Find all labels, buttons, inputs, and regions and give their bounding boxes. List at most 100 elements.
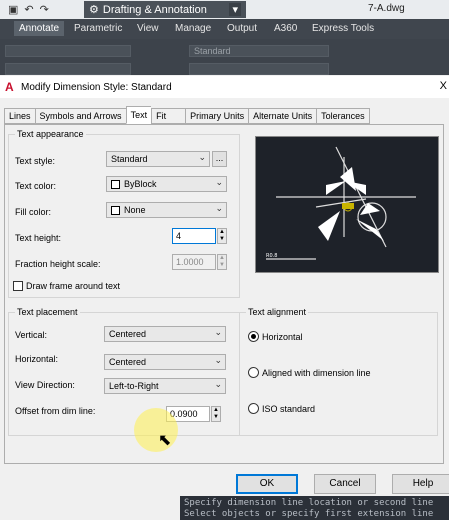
ok-button[interactable]: OK bbox=[236, 474, 298, 494]
view-direction-select[interactable]: Left-to-Right ⌄ bbox=[104, 378, 226, 394]
autocad-logo-icon: A bbox=[5, 80, 14, 94]
chevron-down-icon: ⌄ bbox=[215, 203, 223, 213]
dimension-preview: R0.8 bbox=[255, 136, 439, 273]
quick-access-toolbar: ▣ ↶ ↷ bbox=[8, 3, 49, 16]
text-height-spinner[interactable]: ▲ ▼ bbox=[217, 228, 227, 244]
chevron-down-icon: ⌄ bbox=[215, 177, 223, 187]
cancel-button[interactable]: Cancel bbox=[314, 474, 376, 494]
view-direction-label: View Direction: bbox=[15, 380, 75, 390]
ribbon-tab-output[interactable]: Output bbox=[227, 23, 257, 34]
text-alignment-group: Text alignment Horizontal Aligned with d… bbox=[239, 307, 438, 436]
command-line-row: Select objects or specify first extensio… bbox=[184, 509, 434, 519]
gear-icon: ⚙ bbox=[89, 4, 99, 16]
workspace-dropdown[interactable]: ⚙ Drafting & Annotation ▾ bbox=[84, 1, 246, 18]
tab-lines[interactable]: Lines bbox=[4, 108, 35, 124]
command-line: Specify dimension line location or secon… bbox=[180, 496, 449, 520]
text-style-value: Standard bbox=[111, 154, 148, 164]
text-height-label: Text height: bbox=[15, 233, 62, 243]
fill-color-value: None bbox=[124, 205, 146, 215]
help-button[interactable]: Help bbox=[392, 474, 449, 494]
radio-horizontal[interactable]: Horizontal bbox=[248, 331, 303, 342]
ribbon-tab-annotate[interactable]: Annotate bbox=[14, 21, 65, 36]
text-alignment-heading: Text alignment bbox=[246, 307, 309, 317]
svg-text:R0.8: R0.8 bbox=[266, 253, 277, 259]
ribbon-dropdown-left-2[interactable] bbox=[5, 63, 131, 75]
radio-horizontal-label: Horizontal bbox=[262, 331, 303, 342]
chevron-down-icon: ▾ bbox=[229, 3, 241, 16]
view-direction-value: Left-to-Right bbox=[109, 381, 159, 391]
text-style-browse-button[interactable]: ... bbox=[212, 151, 227, 167]
text-color-select[interactable]: ByBlock ⌄ bbox=[106, 176, 227, 192]
vertical-label: Vertical: bbox=[15, 330, 48, 340]
modify-dimension-style-dialog: A Modify Dimension Style: Standard X Lin… bbox=[0, 76, 449, 520]
radio-dot bbox=[248, 367, 259, 378]
ribbon-tab-parametric[interactable]: Parametric bbox=[74, 23, 122, 34]
ribbon-tab-view[interactable]: View bbox=[137, 23, 159, 34]
radio-dot bbox=[248, 403, 259, 414]
draw-frame-checkbox[interactable]: Draw frame around text bbox=[13, 281, 120, 291]
text-placement-heading: Text placement bbox=[15, 307, 80, 317]
ribbon-dropdown-left[interactable] bbox=[5, 45, 131, 57]
horizontal-select[interactable]: Centered ⌄ bbox=[104, 354, 226, 370]
radio-aligned-with-dimension-line[interactable]: Aligned with dimension line bbox=[248, 367, 371, 378]
horizontal-value: Centered bbox=[109, 357, 147, 367]
fraction-height-scale-input: 1.0000 bbox=[172, 254, 216, 270]
ribbon-style-dropdown[interactable]: Standard bbox=[189, 45, 329, 57]
offset-from-dim-line-label: Offset from dim line: bbox=[15, 406, 96, 416]
save-icon[interactable]: ▣ bbox=[8, 3, 18, 16]
tab-fit[interactable]: Fit bbox=[151, 108, 186, 124]
vertical-select[interactable]: Centered ⌄ bbox=[104, 326, 226, 342]
tab-text[interactable]: Text bbox=[125, 106, 152, 124]
radio-iso-standard[interactable]: ISO standard bbox=[248, 403, 315, 414]
text-height-input[interactable]: 4 bbox=[172, 228, 216, 244]
color-swatch bbox=[111, 205, 120, 215]
dialog-title: Modify Dimension Style: Standard bbox=[21, 81, 172, 93]
tab-alternate-units[interactable]: Alternate Units bbox=[248, 108, 317, 124]
checkbox-box bbox=[13, 281, 23, 291]
ribbon-tab-a360[interactable]: A360 bbox=[274, 23, 297, 34]
mouse-pointer-icon: ⬉ bbox=[158, 432, 172, 449]
radio-iso-label: ISO standard bbox=[262, 403, 316, 414]
application-title-bar: ▣ ↶ ↷ ⚙ Drafting & Annotation ▾ 7-A.dwg bbox=[0, 0, 449, 19]
radio-dot bbox=[248, 331, 259, 342]
ribbon-panel: Standard bbox=[0, 39, 449, 75]
chevron-down-icon: ⌄ bbox=[198, 152, 206, 162]
chevron-down-icon: ⌄ bbox=[214, 355, 222, 365]
text-style-label: Text style: bbox=[15, 156, 56, 166]
ribbon-tab-manage[interactable]: Manage bbox=[175, 23, 211, 34]
vertical-value: Centered bbox=[109, 329, 147, 339]
tab-tolerances[interactable]: Tolerances bbox=[316, 108, 370, 124]
text-tab-body: Text appearance Text style: Standard ⌄ .… bbox=[4, 124, 444, 464]
fraction-height-scale-label: Fraction height scale: bbox=[15, 259, 101, 269]
ribbon-tab-express-tools[interactable]: Express Tools bbox=[312, 23, 374, 34]
fill-color-select[interactable]: None ⌄ bbox=[106, 202, 227, 218]
text-appearance-group: Text appearance Text style: Standard ⌄ .… bbox=[8, 129, 240, 298]
fill-color-label: Fill color: bbox=[15, 207, 52, 217]
file-name: 7-A.dwg bbox=[368, 3, 405, 14]
horizontal-label: Horizontal: bbox=[15, 354, 59, 364]
ribbon-dropdown-right-2[interactable] bbox=[189, 63, 329, 75]
undo-icon[interactable]: ↶ bbox=[24, 3, 33, 16]
tab-primary-units[interactable]: Primary Units bbox=[185, 108, 249, 124]
offset-spinner[interactable]: ▲ ▼ bbox=[211, 406, 221, 422]
redo-icon[interactable]: ↷ bbox=[40, 3, 49, 16]
text-appearance-heading: Text appearance bbox=[15, 129, 86, 139]
dimension-preview-graphic: R0.8 bbox=[266, 146, 416, 260]
dialog-tabs: Lines Symbols and Arrows Text Fit Primar… bbox=[4, 106, 370, 124]
radio-aligned-label: Aligned with dimension line bbox=[262, 367, 371, 378]
ribbon-tab-bar: Annotate Parametric View Manage Output A… bbox=[0, 19, 449, 39]
chevron-down-icon: ⌄ bbox=[214, 379, 222, 389]
color-swatch bbox=[111, 179, 120, 189]
text-color-label: Text color: bbox=[15, 181, 57, 191]
fraction-height-spinner: ▲ ▼ bbox=[217, 254, 227, 270]
dialog-title-bar: A Modify Dimension Style: Standard X bbox=[0, 76, 449, 98]
chevron-down-icon: ⌄ bbox=[214, 327, 222, 337]
workspace-label: Drafting & Annotation bbox=[102, 3, 207, 16]
command-line-row: Specify dimension line location or secon… bbox=[184, 498, 434, 508]
text-color-value: ByBlock bbox=[124, 179, 157, 189]
text-style-select[interactable]: Standard ⌄ bbox=[106, 151, 210, 167]
tab-symbols-and-arrows[interactable]: Symbols and Arrows bbox=[34, 108, 126, 124]
draw-frame-label: Draw frame around text bbox=[26, 281, 121, 291]
text-placement-group: Text placement Vertical: Centered ⌄ Hori… bbox=[8, 307, 240, 436]
close-button[interactable]: X bbox=[440, 80, 447, 92]
